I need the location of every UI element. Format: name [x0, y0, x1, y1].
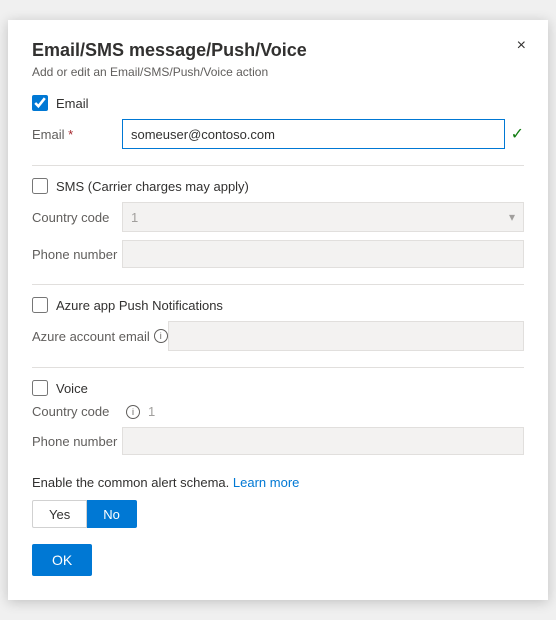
voice-section: Voice Country code i 1 Phone number	[32, 380, 524, 455]
voice-checkbox[interactable]	[32, 380, 48, 396]
voice-country-code-info-icon: i	[126, 405, 140, 419]
email-section: Email Email ✓	[32, 95, 524, 149]
voice-phone-label: Phone number	[32, 434, 122, 449]
email-valid-icon: ✓	[511, 124, 524, 144]
country-code-label: Country code	[32, 210, 122, 225]
azure-email-label: Azure account email	[32, 329, 150, 344]
toggle-row: Yes No	[32, 500, 524, 528]
email-input[interactable]	[122, 119, 505, 149]
close-button[interactable]: ×	[511, 36, 532, 56]
sms-phone-label: Phone number	[32, 247, 122, 262]
push-checkbox[interactable]	[32, 297, 48, 313]
voice-checkbox-label[interactable]: Voice	[56, 381, 88, 396]
divider-3	[32, 367, 524, 368]
sms-checkbox[interactable]	[32, 178, 48, 194]
email-field-label: Email	[32, 127, 122, 142]
no-button[interactable]: No	[87, 500, 137, 528]
dialog-subtitle: Add or edit an Email/SMS/Push/Voice acti…	[32, 65, 524, 79]
divider-2	[32, 284, 524, 285]
azure-email-info-icon: i	[154, 329, 168, 343]
push-checkbox-label[interactable]: Azure app Push Notifications	[56, 298, 223, 313]
dialog-title: Email/SMS message/Push/Voice	[32, 40, 524, 61]
push-section: Azure app Push Notifications Azure accou…	[32, 297, 524, 351]
ok-button[interactable]: OK	[32, 544, 92, 576]
yes-button[interactable]: Yes	[32, 500, 87, 528]
common-alert-row: Enable the common alert schema. Learn mo…	[32, 475, 524, 490]
dialog: × Email/SMS message/Push/Voice Add or ed…	[8, 20, 548, 600]
azure-email-input[interactable]	[168, 321, 524, 351]
sms-phone-input[interactable]	[122, 240, 524, 268]
country-code-select[interactable]: 1 ▾	[122, 202, 524, 232]
voice-country-code-value: 1	[148, 404, 155, 419]
chevron-down-icon: ▾	[509, 210, 515, 224]
country-code-value: 1	[131, 210, 138, 225]
email-checkbox-label[interactable]: Email	[56, 96, 89, 111]
common-alert-text: Enable the common alert schema.	[32, 475, 229, 490]
sms-checkbox-label[interactable]: SMS (Carrier charges may apply)	[56, 179, 249, 194]
learn-more-link[interactable]: Learn more	[233, 475, 299, 490]
sms-section: SMS (Carrier charges may apply) Country …	[32, 178, 524, 268]
voice-phone-input[interactable]	[122, 427, 524, 455]
email-checkbox[interactable]	[32, 95, 48, 111]
voice-country-code-label: Country code	[32, 404, 122, 419]
divider-1	[32, 165, 524, 166]
